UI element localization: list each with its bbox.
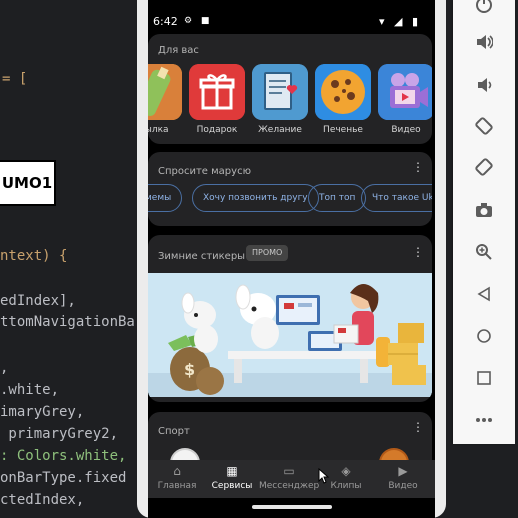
status-bar: 6:42 ⚙ ■ ▾ ◢ ▮ (148, 0, 435, 30)
ask-marusya-card: Спросите марусю ⋮ мемы Хочу позвонить др… (148, 152, 432, 226)
identifier-box: UMO1 (0, 160, 56, 206)
bottom-navigation: ⌂ Главная ▦ Сервисы ▭ Мессенджер ◈ Клипы… (148, 460, 435, 498)
power-icon[interactable] (472, 0, 496, 16)
signal-battery-icons: ▾ ◢ ▮ (378, 15, 421, 28)
rotate-left-icon[interactable] (472, 114, 496, 138)
winter-stickers-illustration: $ (148, 273, 432, 397)
sport-title: Спорт (158, 426, 190, 437)
more-icon[interactable] (472, 408, 496, 432)
code-line: .white, (0, 382, 60, 398)
code-line: onBarType.fixed (0, 470, 127, 486)
app-label: Печенье (323, 125, 363, 135)
app-label: Желание (258, 125, 302, 135)
overview-icon[interactable] (472, 366, 496, 390)
for-you-title: Для вас (158, 45, 199, 56)
desktop: = [ UMO1 ntext) { edIndex], ttomNavigati… (0, 0, 518, 518)
phone-screen: 6:42 ⚙ ■ ▾ ◢ ▮ Для вас ылка Подарок Жела… (148, 0, 435, 518)
code-line: ntext) { (0, 248, 68, 264)
promo-title: Зимние стикеры (158, 251, 246, 262)
code-line: ctedIndex, (0, 492, 85, 508)
more-options-icon[interactable]: ⋮ (412, 421, 424, 433)
code-line: ttomNavigationBa (0, 314, 135, 330)
notification-icons: ⚙ ■ (184, 16, 213, 26)
sport-card[interactable]: Спорт ⋮ (148, 412, 432, 460)
team-logo-icon (170, 448, 200, 460)
nav-label: Видео (388, 481, 418, 491)
app-item[interactable]: Желание (252, 64, 308, 135)
emulator-toolbar (453, 0, 515, 444)
back-icon[interactable] (472, 282, 496, 306)
cookie-icon (315, 64, 371, 120)
zoom-icon[interactable] (472, 240, 496, 264)
gift-icon (189, 64, 245, 120)
suggestion-chip[interactable]: Хочу позвонить другу (192, 184, 319, 212)
app-item[interactable]: Подарок (189, 64, 245, 135)
nav-item-video[interactable]: ▶ Видео (373, 464, 433, 491)
nav-label: Сервисы (211, 481, 253, 491)
feed[interactable]: Для вас тылка (148, 30, 435, 460)
apps-row: тылка (148, 64, 432, 140)
home-indicator[interactable] (252, 505, 332, 509)
suggestion-chip[interactable]: Что такое Uk (361, 184, 432, 212)
code-editor: = [ UMO1 ntext) { edIndex], ttomNavigati… (0, 0, 140, 518)
wishlist-icon (252, 64, 308, 120)
code-line: = [ (2, 71, 28, 87)
status-time: 6:42 (153, 15, 178, 28)
suggestion-chip[interactable]: Топ топ (308, 184, 367, 212)
code-line: , (0, 360, 9, 376)
nav-label: Мессенджер (259, 481, 320, 491)
volume-down-icon[interactable] (472, 73, 496, 97)
nav-item-messenger[interactable]: ▭ Мессенджер (259, 464, 319, 491)
team-logo-icon (379, 448, 409, 460)
svg-text:$: $ (184, 360, 195, 379)
app-label: Подарок (196, 125, 238, 135)
nav-label: Главная (157, 481, 197, 491)
promo-card[interactable]: Зимние стикеры ПРОМО ⋮ $ (148, 235, 432, 402)
phone-frame: 6:42 ⚙ ■ ▾ ◢ ▮ Для вас ылка Подарок Жела… (137, 0, 446, 518)
code-line: : Colors.white, (0, 448, 127, 464)
app-label: тылка (148, 125, 169, 135)
rotate-right-icon[interactable] (472, 155, 496, 179)
app-label: Видео (391, 125, 421, 135)
nav-item-services[interactable]: ▦ Сервисы (202, 464, 262, 491)
mouse-cursor-icon (318, 468, 330, 484)
message-icon: ▭ (283, 464, 295, 478)
nav-item-home[interactable]: ⌂ Главная (148, 464, 207, 491)
volume-up-icon[interactable] (472, 30, 496, 54)
promo-badge: ПРОМО (246, 245, 289, 261)
code-line: imaryGrey, (0, 404, 85, 420)
app-item[interactable]: Видео (378, 64, 432, 135)
suggestion-chip[interactable]: мемы (148, 184, 183, 212)
for-you-card: Для вас тылка (148, 34, 432, 144)
home-icon: ⌂ (173, 464, 181, 478)
home-icon[interactable] (472, 324, 496, 348)
app-item[interactable]: тылка (148, 64, 182, 135)
ask-marusya-title: Спросите марусю (158, 166, 251, 177)
chips-row: мемы Хочу позвонить другу Топ топ Что та… (148, 184, 432, 212)
more-options-icon[interactable]: ⋮ (412, 246, 424, 258)
video-icon: ▶ (398, 464, 408, 478)
code-line: primaryGrey2, (0, 426, 119, 442)
more-options-icon[interactable]: ⋮ (412, 161, 424, 173)
bottle-icon (148, 64, 182, 120)
video-camera-icon (378, 64, 432, 120)
app-item[interactable]: Печенье (315, 64, 371, 135)
grid-icon: ▦ (226, 464, 238, 478)
code-line: edIndex], (0, 293, 76, 309)
camera-icon[interactable] (472, 198, 496, 222)
